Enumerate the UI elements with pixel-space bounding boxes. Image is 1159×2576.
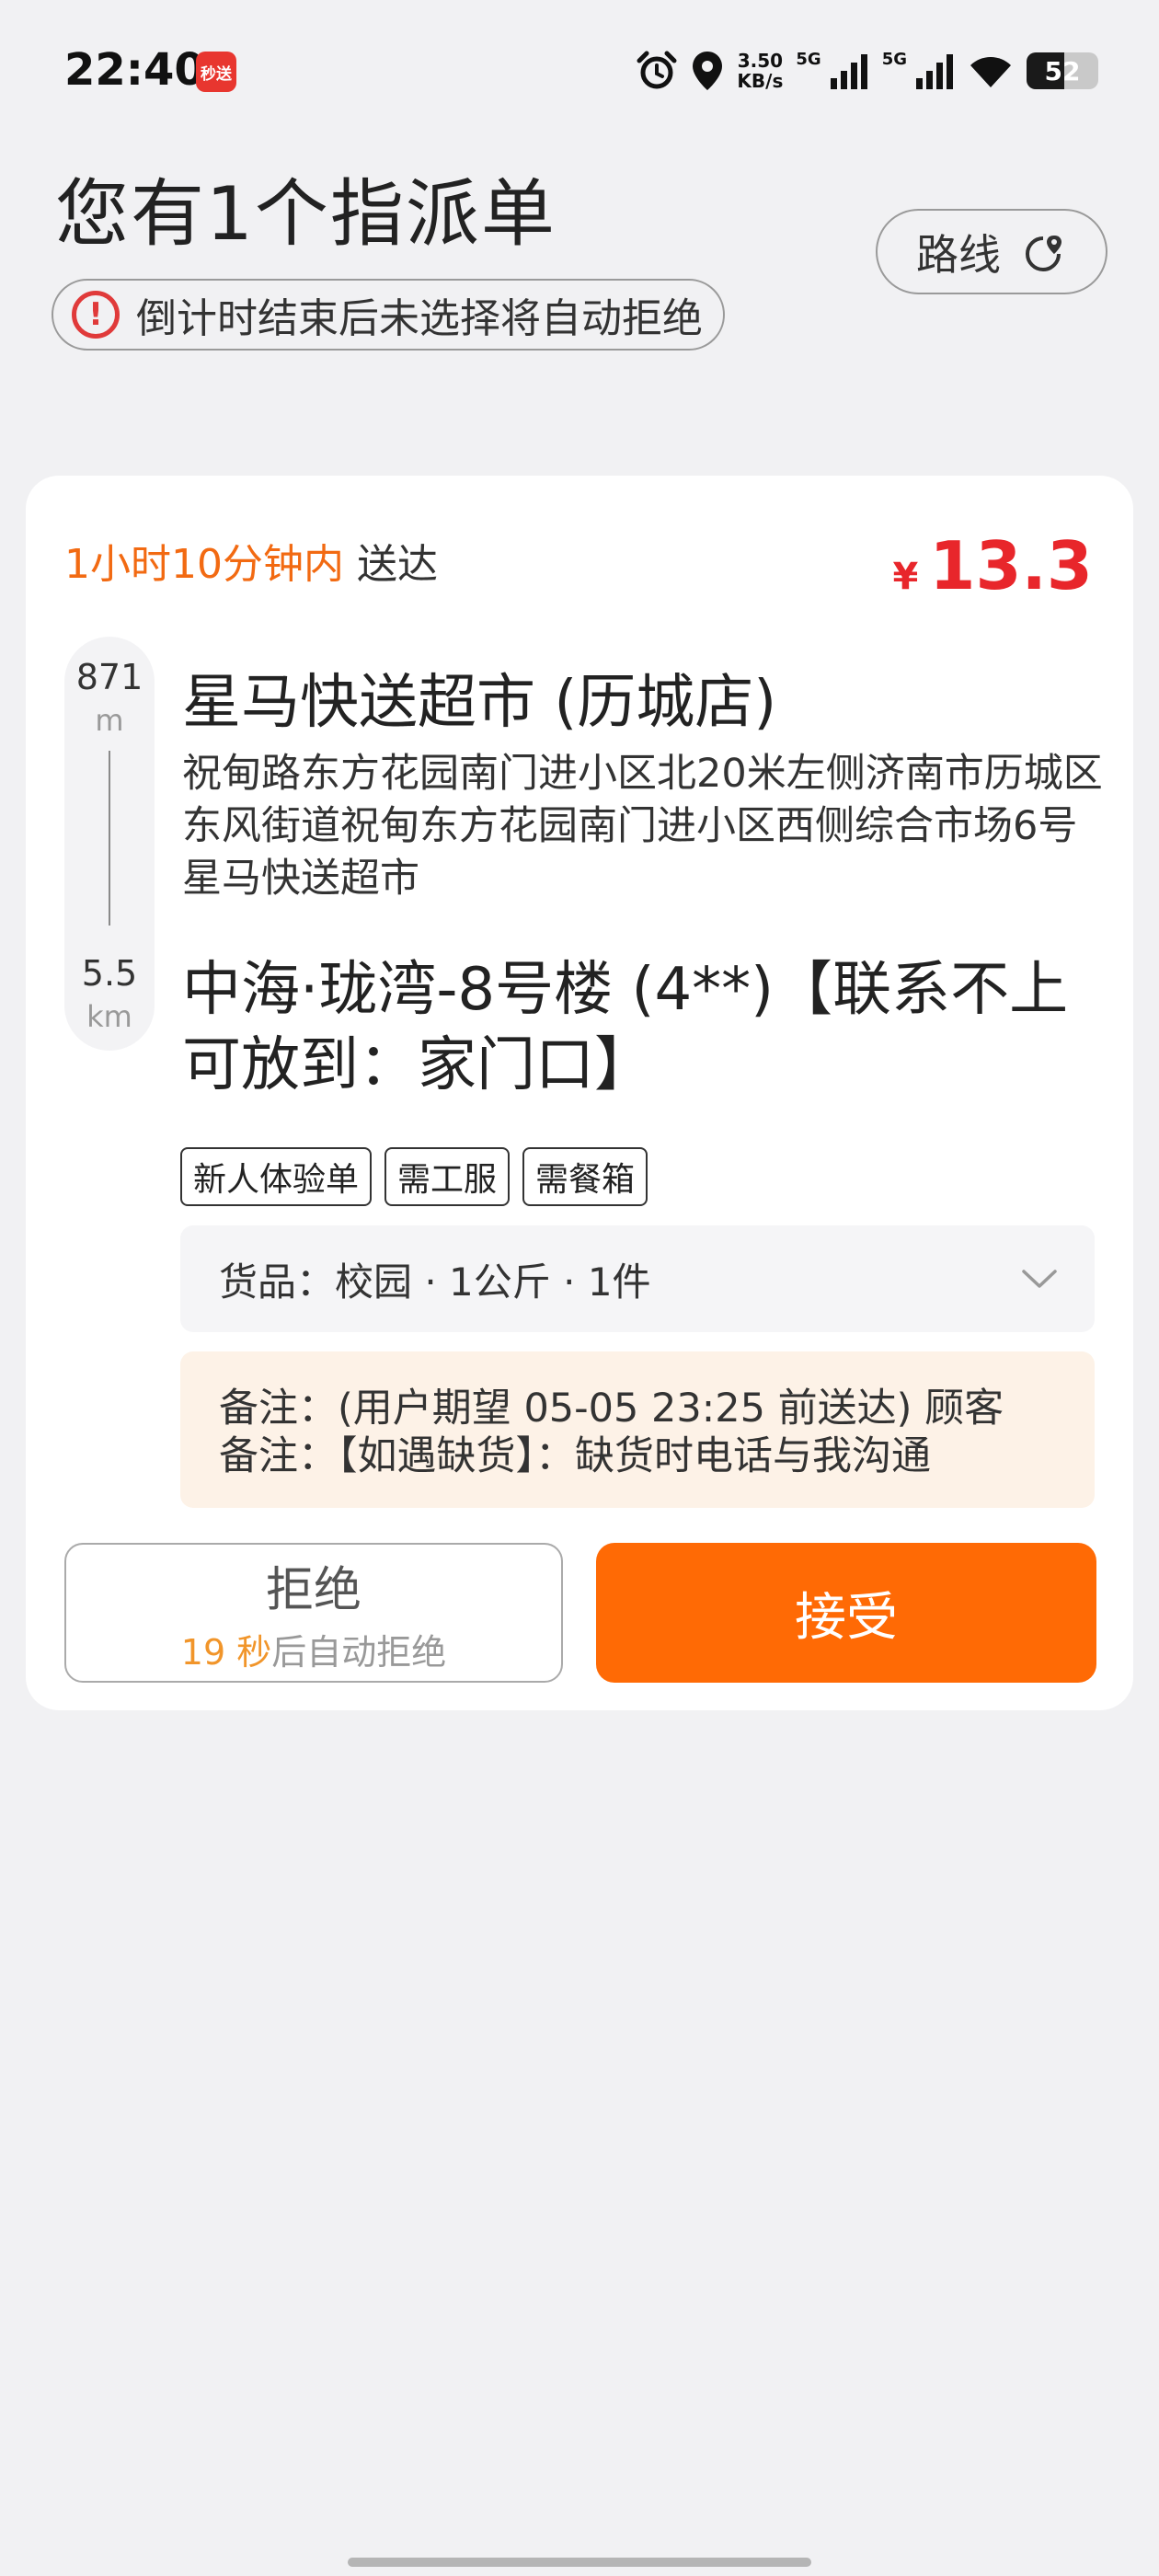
accept-button[interactable]: 接受 [596,1543,1096,1683]
status-icons: 3.50 KB/s 5G 5G 52 [636,48,1098,94]
store-address: 祝甸路东方花园南门进小区北20米左侧济南市历城区东风街道祝甸东方花园南门进小区西… [182,751,1103,902]
order-tag: 新人体验单 [180,1147,373,1206]
alert-icon: ! [72,291,120,339]
distance-rail: 871 m 5.5 km [64,637,155,1051]
location-icon [693,52,723,90]
delivery-distance-unit: km [86,999,132,1034]
status-bar: 22:40 秒送 3.50 KB/s 5G 5G 52 [0,0,1159,138]
signal-1-label: 5G [796,50,821,69]
goods-info: 货品：校园 · 1公斤 · 1件 [219,1259,651,1305]
goods-row[interactable]: 货品：校园 · 1公斤 · 1件 [180,1225,1095,1332]
price-value: 13.3 [929,527,1093,604]
delivery-time-window: 1小时10分钟内 [64,541,344,588]
delivery-time-suffix: 送达 [356,541,438,588]
delivery-time: 1小时10分钟内 送达 [64,531,438,590]
pickup-distance: 871 [75,657,143,697]
reject-button-label: 拒绝 [265,1563,361,1618]
order-tag: 需工服 [384,1147,511,1206]
auto-reject-warning-text: 倒计时结束后未选择将自动拒绝 [136,295,703,342]
battery-icon: 52 [1027,52,1098,89]
countdown-suffix: 后自动拒绝 [271,1632,447,1673]
signal-icon [916,54,953,89]
assignment-page: 22:40 秒送 3.50 KB/s 5G 5G 52 您有1个指派单 ! 倒计… [0,0,1159,2576]
status-time: 22:40 [64,44,205,96]
chevron-down-icon [1022,1270,1057,1288]
order-tag: 需餐箱 [522,1147,648,1206]
price-currency: ¥ [892,556,919,598]
app-badge-icon: 秒送 [196,52,236,92]
route-button[interactable]: 路线 [876,209,1107,294]
order-tags: 新人体验单 需工服 需餐箱 [180,1147,648,1206]
order-card: 1小时10分钟内 送达 ¥ 13.3 871 m 5.5 km 星马快送超市 (历… [26,476,1133,1710]
route-icon [1026,235,1061,271]
signal-2-label: 5G [881,50,907,69]
net-speed-unit: KB/s [737,70,784,92]
countdown-seconds: 19 秒 [180,1632,272,1673]
route-button-label: 路线 [916,229,1001,280]
store-name: 星马快送超市 (历城店) [182,669,777,737]
page-title: 您有1个指派单 [55,171,557,257]
pickup-distance-unit: m [95,703,124,738]
reject-countdown: 19 秒后自动拒绝 [181,1624,446,1674]
delivery-distance: 5.5 [81,953,138,994]
wifi-icon [970,57,1011,87]
home-indicator[interactable] [348,2558,811,2567]
order-note-line: 备注：【如遇缺货】：缺货时电话与我沟通 [219,1433,931,1479]
net-speed: 3.50 KB/s [737,51,783,91]
reject-button[interactable]: 拒绝 19 秒后自动拒绝 [64,1543,563,1683]
signal-icon [830,54,867,89]
auto-reject-warning: ! 倒计时结束后未选择将自动拒绝 [52,279,725,351]
accept-button-label: 接受 [795,1587,898,1648]
order-note-line: 备注：(用户期望 05-05 23:25 前送达) 顾客 [219,1386,1004,1432]
distance-connector [109,751,110,926]
destination-address: 中海·珑湾-8号楼 (4**)【联系不上可放到：家门口】 [182,956,1069,1099]
battery-level: 52 [1044,55,1081,86]
order-price: ¥ 13.3 [893,527,1094,604]
net-speed-value: 3.50 [737,50,784,72]
alarm-icon [637,51,677,89]
order-notes: 备注：(用户期望 05-05 23:25 前送达) 顾客 备注：【如遇缺货】：缺… [180,1351,1095,1508]
